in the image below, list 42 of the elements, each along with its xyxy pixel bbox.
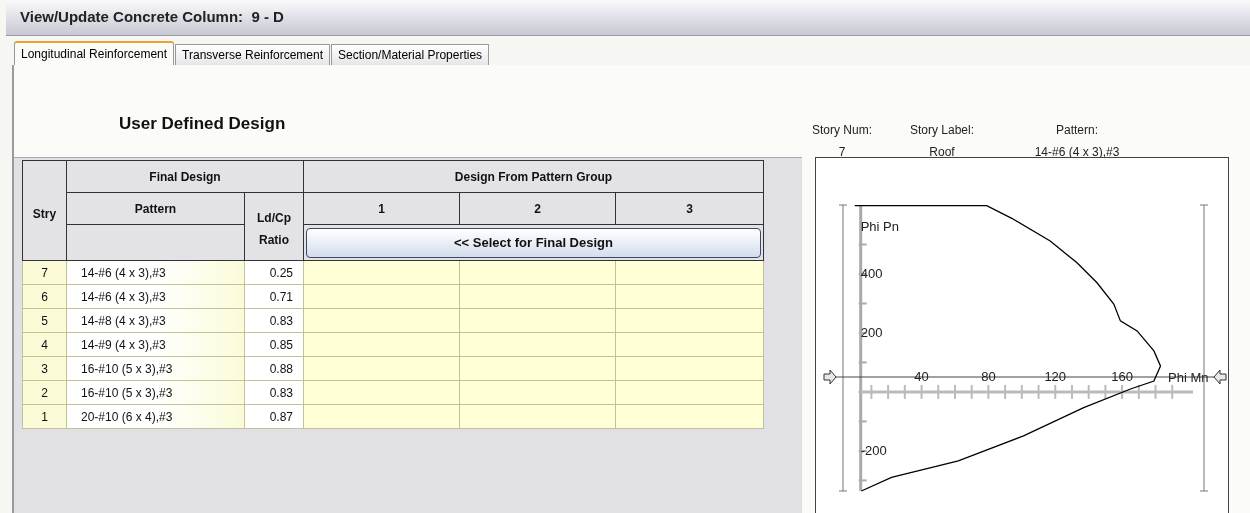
table-cell: 5 bbox=[22, 308, 67, 333]
column-header: Stry bbox=[22, 160, 67, 261]
window-title: View/Update Concrete Column: 9 - D bbox=[20, 7, 284, 28]
table-cell: 20-#10 (6 x 4),#3 bbox=[66, 404, 245, 429]
column-header: Design From Pattern Group bbox=[303, 160, 764, 193]
table-cell: 1 bbox=[22, 404, 67, 429]
column-header: 3 bbox=[615, 192, 764, 225]
tab[interactable]: Section/Material Properties bbox=[331, 44, 490, 65]
column-header: 1 bbox=[303, 192, 460, 225]
table-cell: 6 bbox=[22, 284, 67, 309]
tick-label: 160 bbox=[1111, 369, 1133, 384]
info-label: Story Num: bbox=[812, 122, 872, 139]
axis-label: Phi Mn bbox=[1168, 370, 1209, 385]
column-header: Ld/Cp Ratio bbox=[244, 192, 304, 261]
table-cell: 14-#6 (4 x 3),#3 bbox=[66, 284, 245, 309]
tab[interactable]: Longitudinal Reinforcement bbox=[14, 41, 175, 65]
table-cell: 2 bbox=[22, 380, 67, 405]
info-label: Story Label: bbox=[909, 122, 974, 139]
section-heading: User Defined Design bbox=[119, 113, 286, 136]
info-value: Roof bbox=[929, 144, 955, 161]
tick-label: 40 bbox=[914, 369, 929, 384]
column-header: Pattern bbox=[66, 192, 245, 225]
column-header: 2 bbox=[459, 192, 616, 225]
table-cell: 16-#10 (5 x 3),#3 bbox=[66, 356, 245, 381]
table-cell: 14-#6 (4 x 3),#3 bbox=[66, 260, 245, 285]
axis-label: Phi Pn bbox=[860, 219, 899, 234]
table-cell: 3 bbox=[22, 356, 67, 381]
tab[interactable]: Transverse Reinforcement bbox=[175, 44, 331, 65]
info-label: Pattern: bbox=[1056, 122, 1098, 139]
tick-label: 200 bbox=[860, 324, 883, 340]
tick-label: 80 bbox=[981, 369, 996, 384]
select-button[interactable]: << Select for Final Design bbox=[306, 227, 761, 258]
tick-label: -200 bbox=[860, 442, 887, 458]
tick-label: 120 bbox=[1044, 369, 1067, 384]
tick-label: 400 bbox=[860, 266, 883, 281]
table-cell: 7 bbox=[22, 260, 67, 285]
info-value: 7 bbox=[838, 144, 846, 161]
column-header: Final Design bbox=[66, 160, 304, 193]
table-cell: 14-#8 (4 x 3),#3 bbox=[66, 308, 245, 333]
table-cell: 14-#9 (4 x 3),#3 bbox=[66, 332, 245, 357]
table-cell: 4 bbox=[22, 332, 67, 357]
table-cell: 16-#10 (5 x 3),#3 bbox=[66, 380, 245, 405]
